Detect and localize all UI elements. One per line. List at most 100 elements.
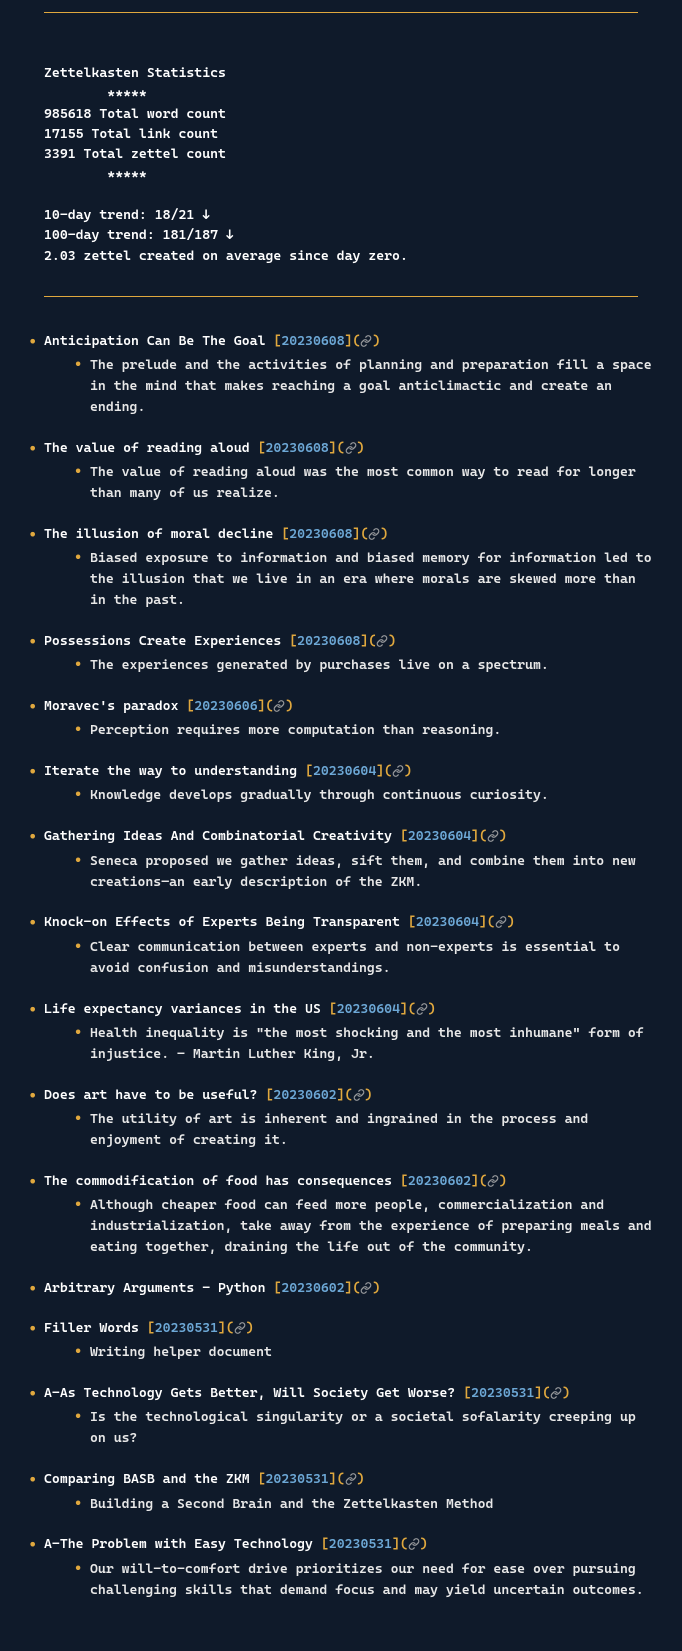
- entry-date-link[interactable]: 20230604: [416, 914, 479, 930]
- bracket-close: ): [285, 698, 293, 714]
- bracket-close: ): [499, 828, 507, 844]
- entry-date-link[interactable]: 20230531: [329, 1536, 392, 1552]
- entry-title: Arbitrary Arguments - Python: [44, 1280, 265, 1296]
- entry-title: Filler Words: [44, 1320, 139, 1336]
- stats-stars: *****: [107, 86, 147, 102]
- bracket-close: ): [499, 1173, 507, 1189]
- entry-item: Comparing BASB and the ZKM [20230531]()B…: [22, 1469, 660, 1514]
- link-icon: [376, 635, 388, 647]
- bracket-open: [: [329, 1001, 337, 1017]
- entry-date-link[interactable]: 20230604: [337, 1001, 400, 1017]
- bracket-close: ](: [392, 1536, 408, 1552]
- link-icon: [273, 700, 285, 712]
- entry-date-link[interactable]: 20230608: [281, 333, 344, 349]
- bracket-close: ](: [337, 1087, 353, 1103]
- link-icon: [392, 765, 404, 777]
- entry-title: Life expectancy variances in the US: [44, 1001, 321, 1017]
- divider: [44, 296, 638, 297]
- bracket-close: ): [562, 1385, 570, 1401]
- entry-desc: Health inequality is "the most shocking …: [72, 1023, 660, 1065]
- entry-title: Anticipation Can Be The Goal: [44, 333, 265, 349]
- link-icon: [487, 1175, 499, 1187]
- bracket-close: ](: [345, 1280, 361, 1296]
- bracket-close: ](: [534, 1385, 550, 1401]
- stats-title: Zettelkasten Statistics: [44, 65, 226, 81]
- link-icon: [234, 1322, 246, 1334]
- entry-item: Life expectancy variances in the US [202…: [22, 999, 660, 1065]
- entry-desc: Writing helper document: [72, 1342, 660, 1363]
- entry-item: A-As Technology Gets Better, Will Societ…: [22, 1383, 660, 1449]
- entry-title: Moravec's paradox: [44, 698, 178, 714]
- bracket-close: ](: [376, 763, 392, 779]
- entry-desc-list: The utility of art is inherent and ingra…: [44, 1105, 660, 1151]
- bracket-close: ): [507, 914, 515, 930]
- bracket-close: ): [372, 333, 380, 349]
- entry-date-link[interactable]: 20230531: [471, 1385, 534, 1401]
- bracket-close: ): [365, 1087, 373, 1103]
- entry-date-link[interactable]: 20230602: [281, 1280, 344, 1296]
- link-icon: [550, 1387, 562, 1399]
- bracket-close: ): [404, 763, 412, 779]
- entry-desc: The utility of art is inherent and ingra…: [72, 1109, 660, 1151]
- bracket-close: ](: [471, 1173, 487, 1189]
- entry-desc: Perception requires more computation tha…: [72, 720, 660, 741]
- link-icon: [487, 830, 499, 842]
- stats-avg: 2.03 zettel created on average since day…: [44, 248, 408, 264]
- entry-desc-list: Writing helper document: [44, 1338, 660, 1363]
- link-icon: [345, 442, 357, 454]
- stats-trend-10: 10-day trend: 18/21 ↓: [44, 207, 210, 223]
- link-icon: [360, 335, 372, 347]
- entry-title: The illusion of moral decline: [44, 526, 273, 542]
- bracket-close: ): [246, 1320, 254, 1336]
- bracket-close: ](: [471, 828, 487, 844]
- entry-title: Iterate the way to understanding: [44, 763, 297, 779]
- bracket-open: [: [258, 440, 266, 456]
- entry-item: Moravec's paradox [20230606]()Perception…: [22, 696, 660, 741]
- entry-desc: Building a Second Brain and the Zettelka…: [72, 1494, 660, 1515]
- bracket-open: [: [289, 633, 297, 649]
- bracket-close: ): [420, 1536, 428, 1552]
- bracket-open: [: [305, 763, 313, 779]
- entry-desc-list: Health inequality is "the most shocking …: [44, 1019, 660, 1065]
- bracket-open: [: [400, 828, 408, 844]
- bracket-close: ](: [353, 526, 369, 542]
- entry-item: Iterate the way to understanding [202306…: [22, 761, 660, 806]
- entry-desc: Biased exposure to information and biase…: [72, 548, 660, 611]
- entry-date-link[interactable]: 20230606: [194, 698, 257, 714]
- entry-desc-list: Although cheaper food can feed more peop…: [44, 1191, 660, 1258]
- entry-date-link[interactable]: 20230531: [155, 1320, 218, 1336]
- entry-desc: Clear communication between experts and …: [72, 937, 660, 979]
- entry-title: The commodification of food has conseque…: [44, 1173, 392, 1189]
- stats-zettel-count: 3391 Total zettel count: [44, 146, 226, 162]
- entry-desc: Knowledge develops gradually through con…: [72, 785, 660, 806]
- link-icon: [345, 1473, 357, 1485]
- entry-desc-list: Seneca proposed we gather ideas, sift th…: [44, 847, 660, 893]
- entry-date-link[interactable]: 20230602: [408, 1173, 471, 1189]
- entry-list: Anticipation Can Be The Goal [20230608](…: [0, 309, 682, 1601]
- entry-item: Possessions Create Experiences [20230608…: [22, 631, 660, 676]
- entry-desc-list: Knowledge develops gradually through con…: [44, 781, 660, 806]
- bracket-close: ): [357, 1471, 365, 1487]
- entry-date-link[interactable]: 20230604: [313, 763, 376, 779]
- bracket-close: ](: [258, 698, 274, 714]
- divider: [44, 12, 638, 13]
- stats-stars: *****: [107, 167, 147, 183]
- entry-title: Possessions Create Experiences: [44, 633, 281, 649]
- link-icon: [416, 1003, 428, 1015]
- entry-item: Gathering Ideas And Combinatorial Creati…: [22, 826, 660, 892]
- entry-title: Comparing BASB and the ZKM: [44, 1471, 250, 1487]
- bracket-open: [: [258, 1471, 266, 1487]
- entry-desc-list: Building a Second Brain and the Zettelka…: [44, 1490, 660, 1515]
- entry-title: A-The Problem with Easy Technology: [44, 1536, 313, 1552]
- entry-date-link[interactable]: 20230604: [408, 828, 471, 844]
- entry-date-link[interactable]: 20230602: [273, 1087, 336, 1103]
- entry-date-link[interactable]: 20230531: [266, 1471, 329, 1487]
- entry-date-link[interactable]: 20230608: [266, 440, 329, 456]
- entry-desc-list: Our will-to-comfort drive prioritizes ou…: [44, 1555, 660, 1601]
- entry-date-link[interactable]: 20230608: [297, 633, 360, 649]
- bracket-close: ](: [400, 1001, 416, 1017]
- entry-desc-list: The value of reading aloud was the most …: [44, 458, 660, 504]
- entry-date-link[interactable]: 20230608: [289, 526, 352, 542]
- entry-item: The illusion of moral decline [20230608]…: [22, 524, 660, 611]
- bracket-close: ](: [479, 914, 495, 930]
